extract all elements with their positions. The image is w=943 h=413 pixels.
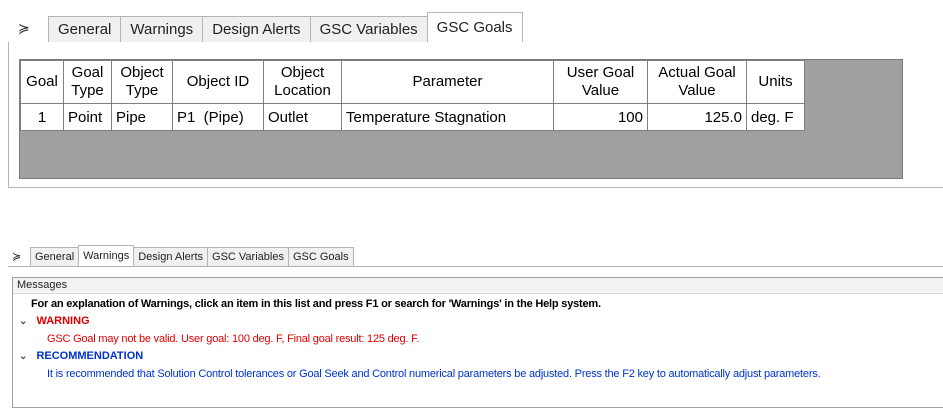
tab-gsc-goals[interactable]: GSC Goals [287, 247, 354, 266]
tab-design-alerts[interactable]: Design Alerts [202, 16, 311, 42]
tab-bar: ≽ General Warnings Design Alerts GSC Var… [8, 12, 943, 42]
col-object-type[interactable]: Object Type [111, 60, 173, 104]
cell-object-location[interactable]: Outlet [263, 103, 342, 131]
warning-title: WARNING [36, 315, 90, 327]
cell-parameter[interactable]: Temperature Stagnation [341, 103, 554, 131]
messages-header: Messages [13, 278, 943, 294]
tab-design-alerts[interactable]: Design Alerts [133, 247, 209, 266]
tab-bar: General Warnings Design Alerts GSC Varia… [30, 245, 354, 266]
tab-general[interactable]: General [30, 247, 80, 266]
col-parameter[interactable]: Parameter [341, 60, 554, 104]
tab-gsc-variables[interactable]: GSC Variables [309, 16, 428, 42]
table-row[interactable]: 1 Point Pipe P1 (Pipe) Outlet Temperatur… [20, 103, 805, 131]
collapse-icon[interactable]: ≽ [18, 20, 30, 37]
recommendation-title: RECOMMENDATION [36, 350, 144, 362]
tab-warnings[interactable]: Warnings [78, 245, 135, 266]
tab-general[interactable]: General [48, 16, 122, 42]
warning-message[interactable]: GSC Goal may not be valid. User goal: 10… [47, 333, 419, 345]
cell-object-type[interactable]: Pipe [111, 103, 173, 131]
messages-intro: For an explanation of Warnings, click an… [31, 298, 601, 310]
warning-item[interactable]: ⌄ WARNING [19, 315, 90, 327]
recommendation-item[interactable]: ⌄ RECOMMENDATION [19, 350, 143, 362]
warnings-panel: ≽ General Warnings Design Alerts GSC Var… [8, 245, 943, 408]
col-object-location[interactable]: Object Location [263, 60, 342, 104]
col-units[interactable]: Units [746, 60, 805, 104]
tab-gsc-variables[interactable]: GSC Variables [207, 247, 289, 266]
cell-units[interactable]: deg. F [746, 103, 805, 131]
col-object-id[interactable]: Object ID [172, 60, 264, 104]
cell-goal-type[interactable]: Point [63, 103, 112, 131]
cell-actual-goal-value[interactable]: 125.0 [647, 103, 747, 131]
goals-grid: Goal Goal Type Object Type Object ID Obj… [19, 59, 903, 179]
messages-list[interactable]: Messages For an explanation of Warnings,… [12, 277, 943, 408]
goals-table: Goal Goal Type Object Type Object ID Obj… [20, 60, 805, 131]
tab-content: Goal Goal Type Object Type Object ID Obj… [8, 42, 943, 188]
cell-object-id[interactable]: P1 (Pipe) [172, 103, 264, 131]
col-user-goal-value[interactable]: User Goal Value [553, 60, 648, 104]
col-goal-type[interactable]: Goal Type [63, 60, 112, 104]
recommendation-message[interactable]: It is recommended that Solution Control … [47, 368, 821, 380]
chevron-down-icon[interactable]: ⌄ [19, 316, 27, 327]
header-row: Goal Goal Type Object Type Object ID Obj… [20, 60, 805, 104]
col-actual-goal-value[interactable]: Actual Goal Value [647, 60, 747, 104]
tab-gsc-goals[interactable]: GSC Goals [426, 12, 523, 42]
tab-warnings[interactable]: Warnings [120, 16, 204, 42]
collapse-icon[interactable]: ≽ [12, 250, 21, 263]
cell-goal[interactable]: 1 [20, 103, 64, 131]
col-goal[interactable]: Goal [20, 60, 64, 104]
divider [8, 266, 943, 267]
chevron-down-icon[interactable]: ⌄ [19, 351, 27, 362]
cell-user-goal-value[interactable]: 100 [553, 103, 648, 131]
gsc-goals-panel: ≽ General Warnings Design Alerts GSC Var… [8, 12, 943, 188]
